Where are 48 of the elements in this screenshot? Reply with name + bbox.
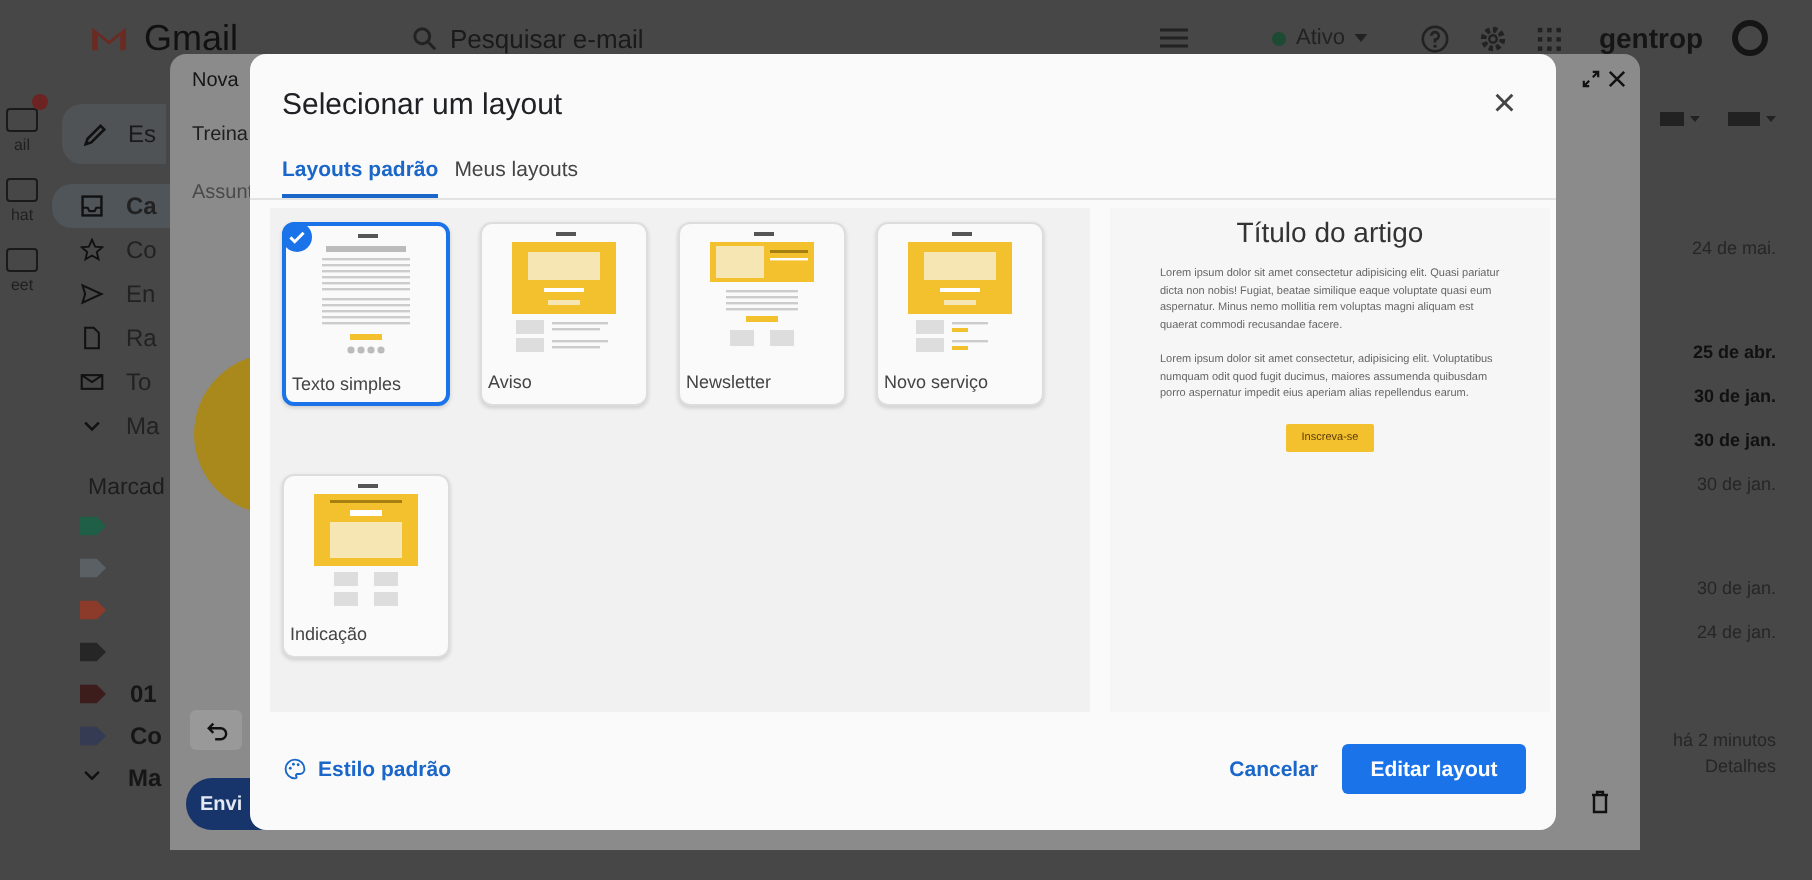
default-style-link[interactable]: Estilo padrão [284,757,452,781]
expand-icon[interactable] [1582,70,1600,88]
search-icon[interactable] [412,25,438,51]
layout-name: Novo serviço [884,372,989,392]
apps-icon[interactable] [1536,25,1563,51]
cancel-button[interactable]: Cancelar [1229,745,1318,793]
envelope-icon [80,370,104,394]
close-button[interactable]: × [1492,84,1516,124]
layout-card[interactable]: Newsletter [678,222,846,406]
filter-icon[interactable] [1160,26,1188,50]
send-icon [80,282,104,306]
edit-layout-button[interactable]: Editar layout [1342,744,1526,794]
compose-title: Nova [192,70,239,92]
layout-card[interactable]: Texto simples [282,222,450,406]
document-icon [80,326,104,350]
keyboard-icon[interactable] [1728,112,1776,128]
settings-icon[interactable] [1478,23,1509,53]
layout-name: Texto simples [292,374,402,394]
compose-button[interactable]: Es [62,104,166,164]
mail-logo-icon [90,24,128,52]
inbox-icon [80,194,104,218]
trash-icon[interactable] [1590,790,1610,814]
tab[interactable]: Layouts padrão [282,158,439,198]
layout-name: Indicação [290,624,368,644]
rail-icon[interactable] [6,248,38,272]
rail-icon[interactable] [6,108,38,132]
layout-card[interactable]: Novo serviço [876,222,1044,406]
layout-name: Aviso [488,372,532,392]
layout-card[interactable]: Indicação [282,474,450,658]
article-title: Título do artigo [1236,216,1424,248]
undo-button[interactable] [190,710,242,750]
chevron-icon [80,768,104,786]
rail-icon[interactable] [6,178,38,202]
layout-name: Newsletter [686,372,772,392]
caret-icon [1354,34,1369,42]
help-icon[interactable] [1420,23,1451,53]
palette-icon [284,758,306,780]
layout-card[interactable]: Aviso [480,222,648,406]
undo-icon [205,719,227,741]
avatar[interactable] [1731,20,1768,56]
pencil-icon [82,121,108,147]
close-icon[interactable] [1608,70,1626,88]
dialog-title: Selecionar um layout [282,87,563,121]
check-icon [282,222,312,252]
recipient-field[interactable]: Treina [192,124,248,146]
density-icon[interactable] [1660,112,1700,128]
star-icon [80,238,104,262]
tab[interactable]: Meus layouts [454,158,579,198]
